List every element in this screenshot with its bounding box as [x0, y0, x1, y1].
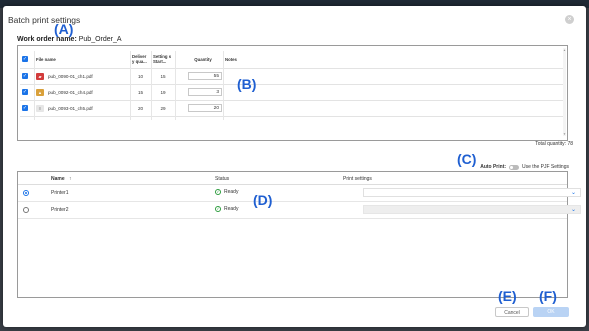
col-status[interactable]: Status [215, 176, 229, 182]
printer-radio[interactable] [23, 207, 29, 213]
col-printer-name-label: Name [51, 176, 65, 182]
sort-arrow-icon: ↑ [69, 176, 72, 182]
file-thumbnail-icon: ≡ [36, 104, 44, 112]
work-order-row: Work order name: Pub_Order_A [17, 36, 122, 43]
quantity-input[interactable]: 20 [188, 104, 222, 112]
callout-c: (C) [457, 151, 477, 167]
cancel-button[interactable]: Cancel [495, 307, 529, 317]
callout-d: (D) [253, 192, 273, 208]
col-notes[interactable]: Notes [223, 51, 263, 67]
chevron-down-icon: ⌄ [570, 190, 576, 196]
file-list-scrollbar[interactable]: ▲ ▼ [563, 48, 566, 136]
auto-print-toggle[interactable] [509, 164, 520, 170]
printer-row[interactable]: Printer1 ✓ Ready ⌄ [18, 185, 581, 202]
work-order-label: Work order name: [17, 36, 77, 43]
callout-a: (A) [54, 21, 74, 37]
printer-radio-selected[interactable] [23, 190, 29, 196]
delivery-value: 10 [137, 73, 144, 79]
ready-check-icon: ✓ [215, 206, 221, 212]
file-thumbnail-icon: ▲ [36, 88, 44, 96]
delivery-value: 15 [137, 89, 144, 95]
table-row[interactable]: ✓ ≡ pub_0093-01_ch5.pdf 20 29 20 [20, 100, 565, 117]
col-quantity[interactable]: Quantity [186, 51, 220, 67]
column-divider [175, 51, 176, 120]
file-name: pub_0090-01_ch1.pdf [48, 73, 93, 79]
select-all-checkbox[interactable]: ✓ [22, 56, 28, 62]
setting-value: 15 [160, 73, 166, 79]
file-list-panel: ✓ File name Deliver y qua... Setting s S… [17, 45, 568, 141]
row-checkbox[interactable]: ✓ [22, 73, 28, 79]
ok-button[interactable]: OK [533, 307, 569, 317]
column-divider [34, 51, 35, 120]
file-name: pub_0092-01_ch4.pdf [48, 89, 93, 95]
callout-f: (F) [539, 288, 557, 304]
close-icon[interactable]: × [565, 15, 574, 24]
auto-print-row: Auto Print: Use the PJF Settings [480, 164, 569, 170]
delivery-value: 20 [137, 105, 144, 111]
work-order-value: Pub_Order_A [78, 36, 122, 43]
total-quantity-value: 78 [567, 141, 573, 147]
col-print-settings[interactable]: Print settings [343, 176, 372, 182]
printer-name: Printer2 [51, 207, 69, 213]
col-file-name[interactable]: File name [34, 51, 130, 67]
file-name: pub_0093-01_ch5.pdf [48, 105, 93, 111]
total-quantity: Total quantity: 78 [535, 141, 573, 147]
callout-e: (E) [498, 288, 517, 304]
status-text: Ready [224, 189, 239, 195]
row-checkbox[interactable]: ✓ [22, 105, 28, 111]
col-delivery[interactable]: Deliver y qua... [130, 51, 151, 67]
print-settings-select[interactable]: ⌄ [363, 188, 581, 197]
table-row[interactable]: ✓ ▲ pub_0092-01_ch4.pdf 15 19 3 [20, 84, 565, 101]
printer-status: ✓ Ready [215, 206, 238, 212]
printer-list-panel: Name ↑ Status Print settings Printer1 ✓ … [17, 171, 581, 298]
printer-status: ✓ Ready [215, 189, 238, 195]
ready-check-icon: ✓ [215, 189, 221, 195]
file-thumbnail-icon: ▰ [36, 72, 44, 80]
printer-table-header: Name ↑ Status Print settings [18, 175, 567, 185]
quantity-input[interactable]: 55 [188, 72, 222, 80]
status-text: Ready [224, 206, 239, 212]
column-divider [223, 51, 224, 120]
col-setting[interactable]: Setting s Start... [151, 51, 175, 67]
printer-row[interactable]: Printer2 ✓ Ready ⌄ [18, 202, 581, 219]
file-table-header: ✓ File name Deliver y qua... Setting s S… [20, 51, 565, 69]
row-checkbox[interactable]: ✓ [22, 89, 28, 95]
auto-print-toggle-label: Use the PJF Settings [522, 164, 569, 170]
auto-print-label: Auto Print: [480, 164, 507, 170]
col-printer-name[interactable]: Name ↑ [51, 176, 72, 182]
total-quantity-label: Total quantity: [535, 141, 567, 147]
scroll-down-icon[interactable]: ▼ [563, 132, 566, 136]
table-row[interactable]: ✓ ▰ pub_0090-01_ch1.pdf 10 15 55 [20, 68, 565, 85]
column-divider [151, 51, 152, 120]
column-divider [130, 51, 131, 120]
setting-value: 19 [160, 89, 166, 95]
scroll-up-icon[interactable]: ▲ [563, 48, 566, 52]
quantity-input[interactable]: 3 [188, 88, 222, 96]
print-settings-select: ⌄ [363, 205, 581, 214]
chevron-down-icon: ⌄ [570, 207, 576, 213]
setting-value: 29 [160, 105, 166, 111]
printer-name: Printer1 [51, 190, 69, 196]
callout-b: (B) [237, 76, 257, 92]
